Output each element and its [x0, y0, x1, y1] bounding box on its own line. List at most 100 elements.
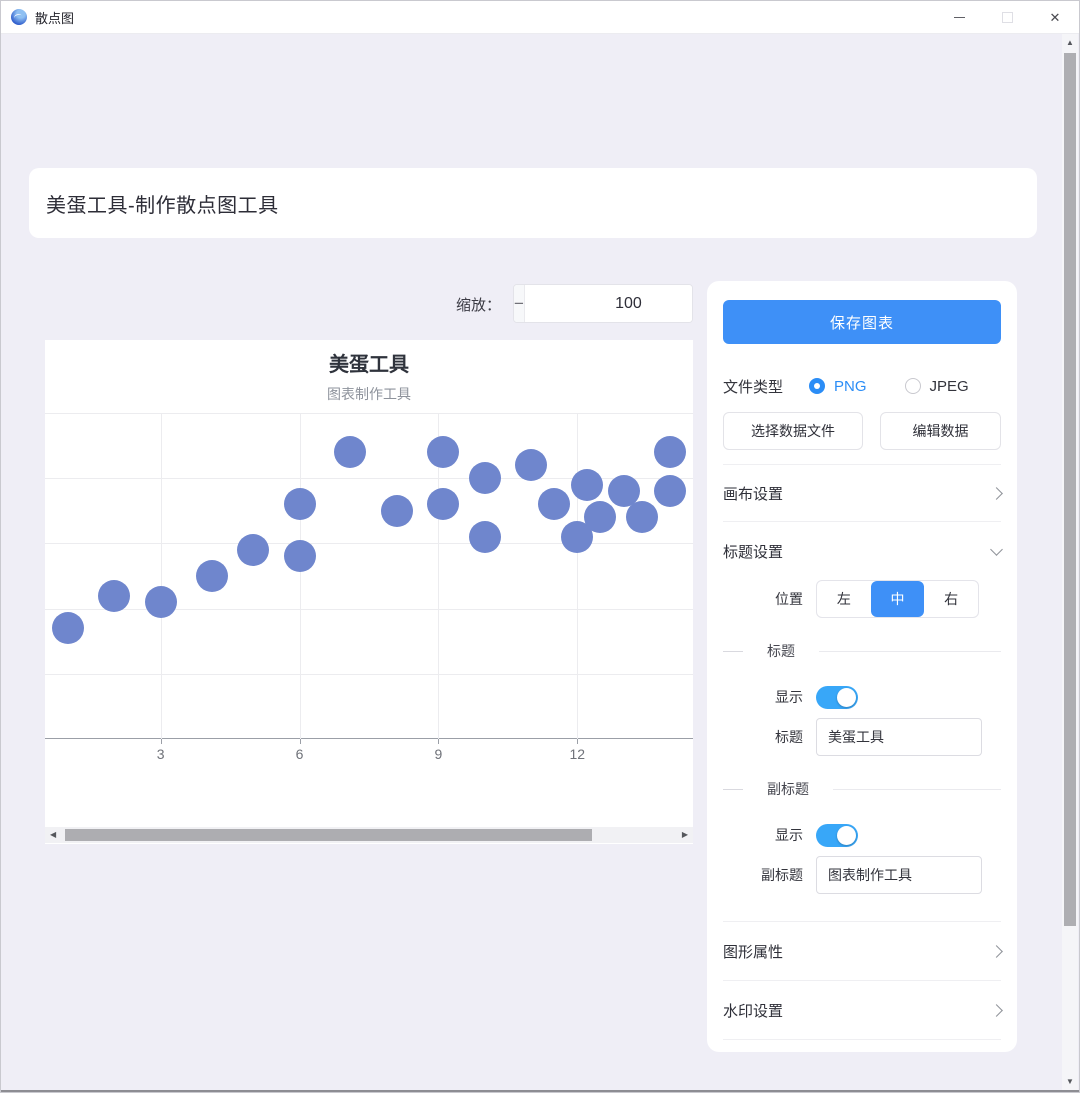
subtitle-subsection-header: 副标题 — [723, 780, 1001, 798]
edit-data-button[interactable]: 编辑数据 — [880, 412, 1001, 450]
window-title: 散点图 — [35, 8, 74, 27]
title-bar: 散点图 ✕ — [1, 1, 1079, 34]
title-show-toggle[interactable] — [816, 686, 858, 709]
title-subsection-header: 标题 — [723, 642, 1001, 660]
choose-data-file-button[interactable]: 选择数据文件 — [723, 412, 863, 450]
plot-area — [45, 413, 693, 739]
file-type-label: 文件类型 — [723, 376, 783, 397]
zoom-control: − + — [513, 284, 693, 323]
x-axis-tick — [577, 739, 578, 744]
scatter-point — [654, 475, 686, 507]
radio-option-png[interactable]: PNG — [809, 378, 867, 395]
gridline-horizontal — [45, 413, 693, 414]
scatter-point — [427, 488, 459, 520]
close-button[interactable]: ✕ — [1031, 1, 1079, 34]
x-axis-tick — [300, 739, 301, 744]
x-axis-tick — [161, 739, 162, 744]
gridline-vertical — [300, 413, 301, 739]
data-buttons-row: 选择数据文件 编辑数据 — [723, 412, 1001, 450]
window-vertical-scrollbar[interactable]: ▲ ▼ — [1062, 34, 1078, 1090]
zoom-out-button[interactable]: − — [514, 285, 525, 322]
scroll-left-icon[interactable]: ◀ — [50, 831, 56, 839]
x-axis-tick — [438, 739, 439, 744]
radio-jpeg-icon[interactable] — [905, 378, 921, 394]
section-canvas-settings[interactable]: 画布设置 — [723, 465, 1001, 521]
position-right-option[interactable]: 右 — [924, 581, 978, 617]
chart-title: 美蛋工具 — [45, 340, 693, 377]
settings-panel: 保存图表 文件类型 PNG JPEG 选择数据文件 编辑数据 画布设置 标题设置… — [707, 281, 1017, 1052]
scatter-point — [334, 436, 366, 468]
scatter-point — [584, 501, 616, 533]
subtitle-show-row: 显示 — [723, 822, 1001, 848]
scroll-down-icon[interactable]: ▼ — [1062, 1075, 1078, 1089]
maximize-button[interactable] — [983, 1, 1031, 34]
scatter-point — [654, 436, 686, 468]
horizontal-scroll-thumb[interactable] — [65, 829, 592, 841]
page-title: 美蛋工具-制作散点图工具 — [46, 189, 279, 218]
position-left-option[interactable]: 左 — [817, 581, 871, 617]
divider — [723, 1039, 1001, 1040]
chart-canvas: 美蛋工具 图表制作工具 36912 ◀ ▶ — [45, 340, 693, 844]
scatter-point — [145, 586, 177, 618]
scatter-point — [196, 560, 228, 592]
title-field-label: 标题 — [723, 727, 803, 747]
subtitle-text-input[interactable] — [816, 856, 982, 894]
gridline-horizontal — [45, 543, 693, 544]
window-bottom-edge — [1, 1090, 1079, 1092]
x-axis-line — [45, 738, 693, 739]
scatter-point — [427, 436, 459, 468]
position-center-option[interactable]: 中 — [871, 581, 925, 617]
chart-horizontal-scrollbar[interactable]: ◀ ▶ — [45, 827, 693, 843]
subtitle-show-label: 显示 — [723, 825, 803, 845]
title-show-label: 显示 — [723, 687, 803, 707]
minimize-button[interactable] — [935, 1, 983, 34]
section-title-settings[interactable]: 标题设置 — [723, 522, 1001, 580]
scatter-point — [538, 488, 570, 520]
chevron-right-icon[interactable] — [990, 487, 1003, 500]
gridline-horizontal — [45, 674, 693, 675]
x-tick-label: 9 — [435, 746, 443, 762]
zoom-label: 缩放： — [456, 294, 501, 315]
scroll-right-icon[interactable]: ▶ — [682, 831, 688, 839]
scatter-point — [626, 501, 658, 533]
scatter-point — [98, 580, 130, 612]
chevron-right-icon[interactable] — [990, 1004, 1003, 1017]
position-segmented-control: 左 中 右 — [816, 580, 979, 618]
vertical-scroll-thumb[interactable] — [1064, 53, 1076, 926]
x-tick-label: 6 — [296, 746, 304, 762]
gridline-horizontal — [45, 609, 693, 610]
section-graph-properties[interactable]: 图形属性 — [723, 922, 1001, 980]
title-text-input[interactable] — [816, 718, 982, 756]
scatter-point — [571, 469, 603, 501]
chevron-right-icon[interactable] — [990, 945, 1003, 958]
radio-jpeg-label: JPEG — [930, 378, 969, 395]
scatter-point — [284, 540, 316, 572]
title-show-row: 显示 — [723, 684, 1001, 710]
gridline-vertical — [577, 413, 578, 739]
radio-png-label: PNG — [834, 378, 867, 395]
scatter-point — [52, 612, 84, 644]
scatter-point — [381, 495, 413, 527]
chart-subtitle: 图表制作工具 — [45, 384, 693, 404]
radio-png-icon[interactable] — [809, 378, 825, 394]
title-field-row: 标题 — [723, 718, 1001, 756]
scatter-point — [237, 534, 269, 566]
close-icon: ✕ — [1050, 10, 1061, 26]
radio-option-jpeg[interactable]: JPEG — [905, 378, 969, 395]
subtitle-show-toggle[interactable] — [816, 824, 858, 847]
position-label: 位置 — [723, 589, 803, 609]
section-watermark-settings[interactable]: 水印设置 — [723, 981, 1001, 1039]
subtitle-field-label: 副标题 — [723, 865, 803, 885]
x-tick-label: 3 — [157, 746, 165, 762]
title-position-row: 位置 左 中 右 — [723, 580, 1001, 618]
scroll-up-icon[interactable]: ▲ — [1062, 36, 1078, 50]
zoom-value-input[interactable] — [525, 285, 693, 322]
file-type-row: 文件类型 PNG JPEG — [723, 373, 1001, 399]
chevron-down-icon[interactable] — [990, 543, 1003, 556]
scatter-point — [469, 521, 501, 553]
page-header-card: 美蛋工具-制作散点图工具 — [29, 168, 1037, 238]
minimize-icon — [954, 17, 965, 18]
scatter-point — [515, 449, 547, 481]
save-chart-button[interactable]: 保存图表 — [723, 300, 1001, 344]
scatter-point — [469, 462, 501, 494]
